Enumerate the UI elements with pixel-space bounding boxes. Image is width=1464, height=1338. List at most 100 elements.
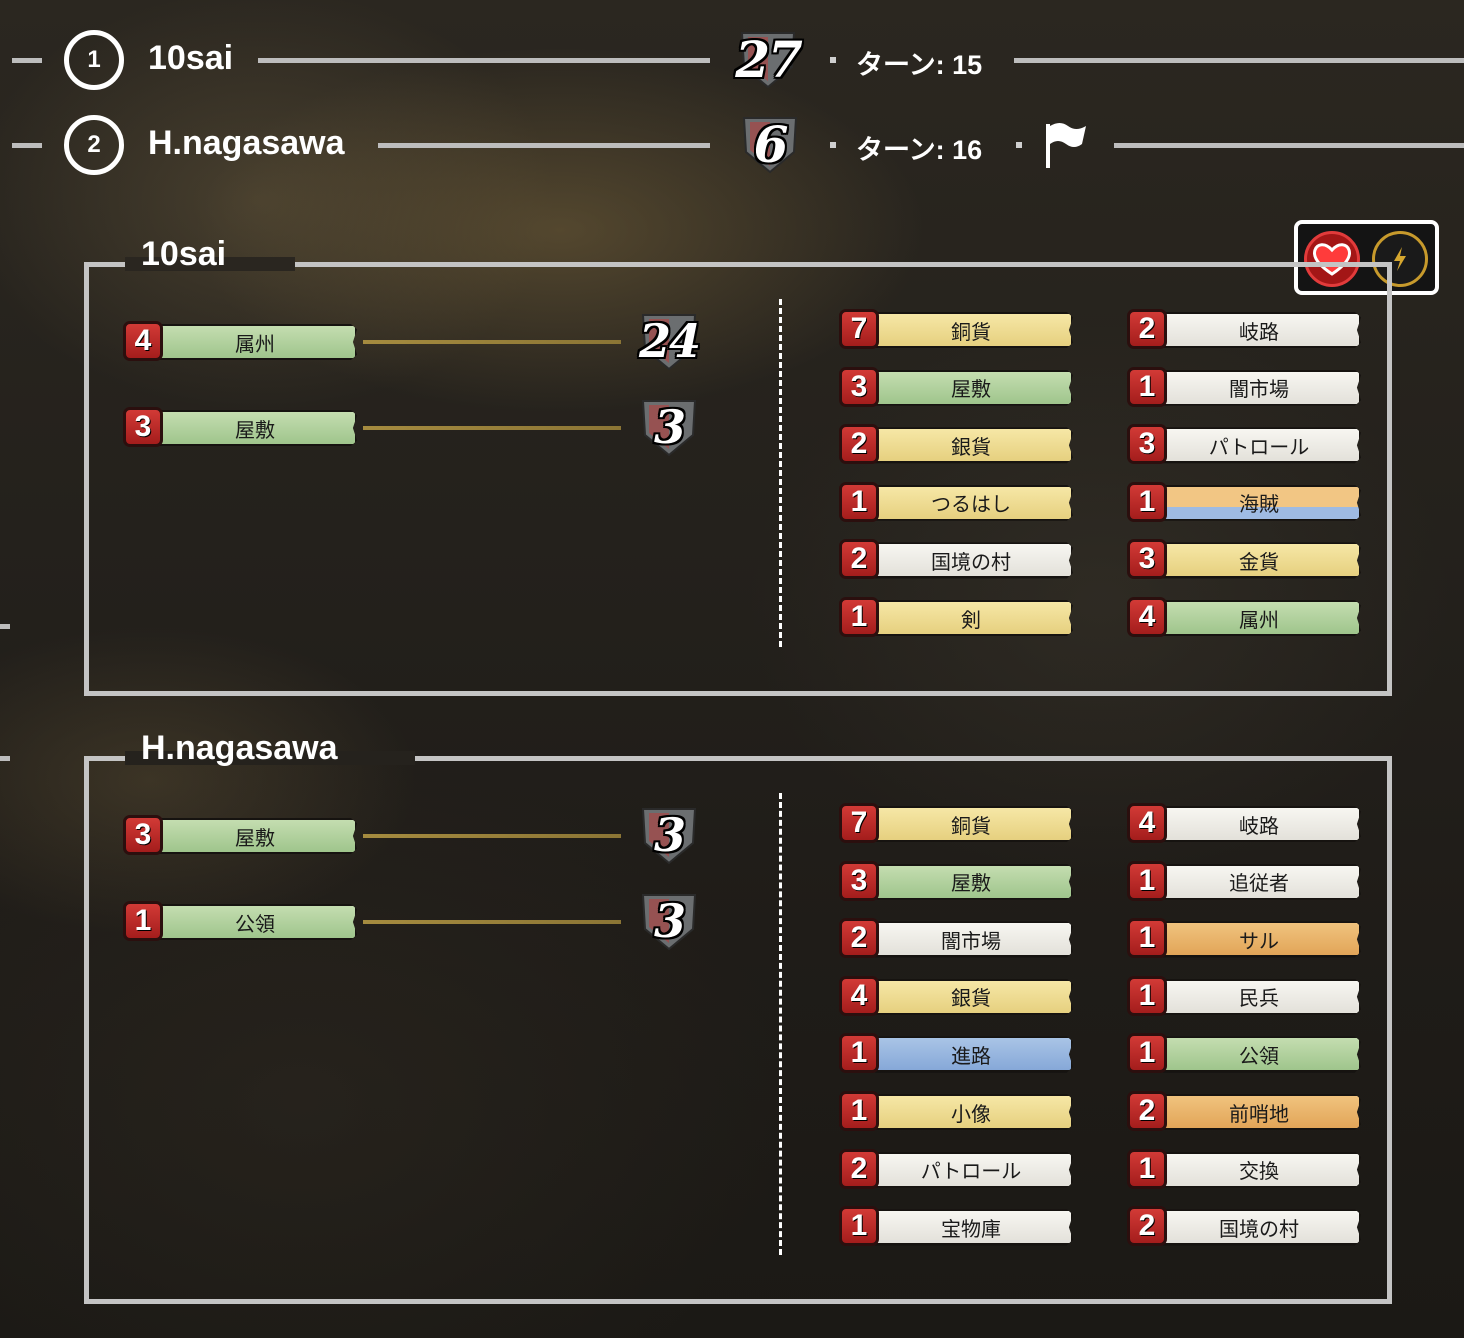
divider-line <box>1014 58 1464 63</box>
divider-line <box>258 58 710 63</box>
card-count-badge: 1 <box>1127 366 1167 407</box>
player-name[interactable]: 10sai <box>148 39 233 78</box>
divider-dashed <box>779 299 782 647</box>
card-name: 剣 <box>869 600 1073 636</box>
card-pile[interactable]: 4 属州 <box>123 321 359 363</box>
card-name: 金貨 <box>1157 542 1361 579</box>
card-count-badge: 3 <box>839 860 879 901</box>
card-pile[interactable]: 7 銅貨 <box>839 803 1075 845</box>
card-count-badge: 4 <box>123 321 163 361</box>
card-count-badge: 3 <box>123 407 163 447</box>
card-count-badge: 1 <box>1127 1033 1167 1074</box>
vp-shield-icon: 24 <box>637 309 701 373</box>
card-count-badge: 1 <box>839 481 879 522</box>
card-pile[interactable]: 1 宝物庫 <box>839 1206 1075 1248</box>
card-name: 岐路 <box>1157 806 1361 842</box>
vp-shield-icon: 3 <box>637 889 701 953</box>
card-pile[interactable]: 1 進路 <box>839 1033 1075 1075</box>
card-pile[interactable]: 1 海賊 <box>1127 481 1363 524</box>
card-pile[interactable]: 4 銀貨 <box>839 975 1075 1018</box>
flag-icon <box>1042 120 1088 170</box>
card-pile[interactable]: 3 金貨 <box>1127 539 1363 581</box>
card-pile[interactable]: 2 パトロール <box>839 1148 1075 1191</box>
vp-shield-icon: 3 <box>637 395 701 459</box>
card-pile[interactable]: 1 追従者 <box>1127 860 1363 903</box>
panel-title: H.nagasawa <box>141 729 338 767</box>
card-pile[interactable]: 1 つるはし <box>839 481 1075 524</box>
vp-shield-icon: 3 <box>637 803 701 867</box>
panel-title: 10sai <box>141 235 227 273</box>
card-count-badge: 2 <box>1127 1091 1167 1131</box>
card-name: 闇市場 <box>1157 369 1361 406</box>
separator-dot <box>830 142 836 148</box>
card-count-badge: 4 <box>1127 597 1167 637</box>
card-pile[interactable]: 2 銀貨 <box>839 424 1075 466</box>
card-pile[interactable]: 2 闇市場 <box>839 918 1075 960</box>
card-pile[interactable]: 3 屋敷 <box>839 860 1075 903</box>
card-pile[interactable]: 1 公領 <box>123 901 359 943</box>
card-name: 屋敷 <box>869 863 1073 900</box>
vp-points: 3 <box>653 400 686 454</box>
card-count-badge: 2 <box>839 539 879 580</box>
card-name: 海賊 <box>1157 484 1361 521</box>
card-name: 屋敷 <box>869 369 1073 406</box>
card-count-badge: 3 <box>839 366 879 407</box>
card-count-badge: 1 <box>839 597 879 637</box>
vp-points: 24 <box>638 314 701 368</box>
card-name: 銅貨 <box>869 312 1073 348</box>
card-name: 進路 <box>869 1036 1073 1073</box>
card-name: パトロール <box>1157 427 1361 464</box>
card-pile[interactable]: 3 屋敷 <box>123 815 359 857</box>
edge-mark <box>0 624 10 629</box>
score-value: 27 <box>735 29 803 89</box>
card-count-badge: 2 <box>1127 1206 1167 1247</box>
player-panel: 10sai 4 属州 24 3 屋敷 3 7 銅貨 3 屋敷 2 銀貨 1 つるはし 2 国境の村 1 剣 2 岐路… <box>84 235 1392 696</box>
divider-line <box>12 143 42 148</box>
edge-mark <box>0 756 10 761</box>
card-pile[interactable]: 1 闇市場 <box>1127 366 1363 409</box>
card-pile[interactable]: 2 国境の村 <box>1127 1206 1363 1248</box>
card-pile[interactable]: 1 公領 <box>1127 1033 1363 1075</box>
card-count-badge: 2 <box>839 918 879 959</box>
divider-line <box>1114 143 1464 148</box>
card-name: 銅貨 <box>869 806 1073 842</box>
rank-badge: 2 <box>64 115 124 175</box>
player-panel: H.nagasawa 3 屋敷 3 1 公領 3 7 銅貨 3 屋敷 2 闇市場 4 銀貨 1 進路 1 小像 2… <box>84 729 1392 1304</box>
card-name: 前哨地 <box>1157 1094 1361 1130</box>
card-count-badge: 4 <box>1127 803 1167 843</box>
card-pile[interactable]: 1剣 <box>839 597 1075 639</box>
card-name: つるはし <box>869 484 1073 521</box>
card-pile[interactable]: 4 岐路 <box>1127 803 1363 845</box>
divider-dashed <box>779 793 782 1255</box>
divider-line <box>378 143 710 148</box>
card-count-badge: 3 <box>123 815 163 855</box>
card-name: 交換 <box>1157 1151 1361 1188</box>
card-name: 属州 <box>153 324 357 360</box>
card-pile[interactable]: 4 属州 <box>1127 597 1363 639</box>
card-pile[interactable]: 1 民兵 <box>1127 975 1363 1018</box>
card-count-badge: 2 <box>839 424 879 465</box>
card-pile[interactable]: 1 サル <box>1127 918 1363 960</box>
card-count-badge: 3 <box>1127 539 1167 580</box>
score-row-1: 1 10sai 27 ターン: 15 <box>0 25 1464 95</box>
card-pile[interactable]: 2 国境の村 <box>839 539 1075 581</box>
card-count-badge: 7 <box>839 309 879 349</box>
connector-line <box>363 920 621 924</box>
card-pile[interactable]: 3 屋敷 <box>123 407 359 449</box>
card-name: 闇市場 <box>869 921 1073 958</box>
card-count-badge: 1 <box>839 1033 879 1074</box>
card-count-badge: 3 <box>1127 424 1167 465</box>
separator-dot <box>1016 142 1022 148</box>
card-count-badge: 1 <box>1127 918 1167 959</box>
card-pile[interactable]: 2 前哨地 <box>1127 1091 1363 1133</box>
card-pile[interactable]: 7 銅貨 <box>839 309 1075 351</box>
player-name[interactable]: H.nagasawa <box>148 124 345 163</box>
card-pile[interactable]: 1 交換 <box>1127 1148 1363 1191</box>
turn-count: ターン: 15 <box>856 50 983 80</box>
card-pile[interactable]: 2 岐路 <box>1127 309 1363 351</box>
card-name: 追従者 <box>1157 863 1361 900</box>
card-pile[interactable]: 1 小像 <box>839 1091 1075 1133</box>
card-pile[interactable]: 3 屋敷 <box>839 366 1075 409</box>
card-name: 銀貨 <box>869 427 1073 464</box>
card-pile[interactable]: 3 パトロール <box>1127 424 1363 466</box>
